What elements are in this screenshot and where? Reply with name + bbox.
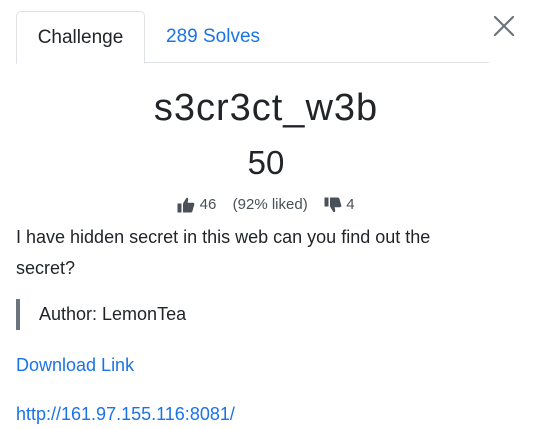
challenge-description: I have hidden secret in this web can you…: [16, 227, 431, 278]
author-text: Author: LemonTea: [39, 304, 187, 324]
thumbs-down-icon[interactable]: [324, 197, 342, 213]
dislikes-count: 4: [346, 196, 355, 214]
author-blockquote: Author: LemonTea: [16, 299, 186, 330]
liked-percent: (92% liked): [232, 196, 308, 214]
close-icon: [493, 15, 515, 37]
thumbs-up-icon[interactable]: [177, 197, 195, 213]
tab-bar: Challenge 289 Solves: [16, 11, 489, 64]
rating-row: 46 (92% liked) 4: [0, 194, 532, 216]
tab-challenge[interactable]: Challenge: [16, 11, 145, 64]
likes-count: 46: [199, 196, 217, 214]
challenge-title: s3cr3ct_w3b: [153, 87, 379, 129]
challenge-url-link[interactable]: http://161.97.155.116:8081/: [16, 400, 235, 428]
close-button[interactable]: [490, 12, 518, 40]
download-link[interactable]: Download Link: [16, 351, 134, 379]
challenge-points: 50: [247, 144, 285, 181]
challenge-modal: Challenge 289 Solves s3cr3ct_w3b 50 46 (…: [0, 0, 552, 429]
tab-solves[interactable]: 289 Solves: [166, 11, 260, 63]
